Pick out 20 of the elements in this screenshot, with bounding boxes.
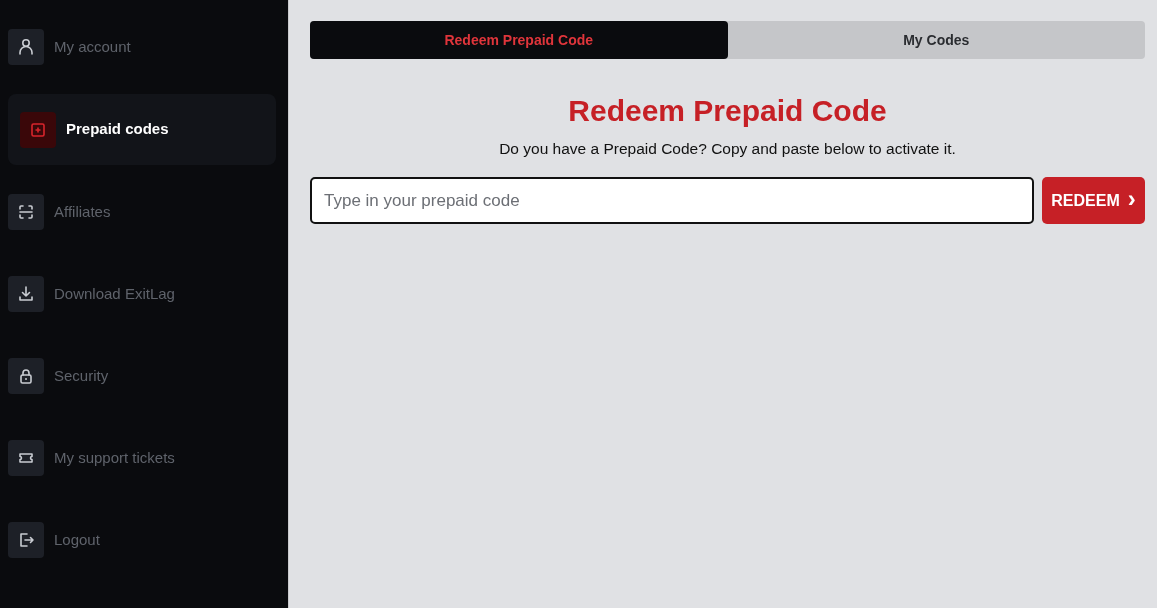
lock-icon xyxy=(8,358,44,394)
user-icon xyxy=(8,29,44,65)
sidebar-item[interactable]: Download ExitLag xyxy=(8,276,276,312)
tab[interactable]: Redeem Prepaid Code xyxy=(310,21,728,59)
sidebar-item[interactable]: My account xyxy=(8,29,276,65)
sidebar-item[interactable]: My support tickets xyxy=(8,440,276,476)
tab[interactable]: My Codes xyxy=(727,21,1145,59)
page-heading: Redeem Prepaid Code xyxy=(567,93,888,129)
ticket-icon xyxy=(8,440,44,476)
code-input-field[interactable]: Type in your prepaid code xyxy=(310,177,1034,225)
redeem-button[interactable]: REDEEM › xyxy=(1042,177,1145,225)
sidebar-item[interactable]: Prepaid codes xyxy=(8,94,276,165)
sidebar-item[interactable]: Logout xyxy=(8,522,276,558)
plus-square-icon xyxy=(20,111,56,148)
sidebar-item[interactable]: Affiliates xyxy=(8,194,276,230)
scan-icon xyxy=(8,194,44,230)
instruction-text: Do you have a Prepaid Code? Copy and paste below to activate it. xyxy=(498,139,957,159)
sidebar-item[interactable]: Security xyxy=(8,358,276,394)
logout-icon xyxy=(8,522,44,558)
download-icon xyxy=(8,276,44,312)
